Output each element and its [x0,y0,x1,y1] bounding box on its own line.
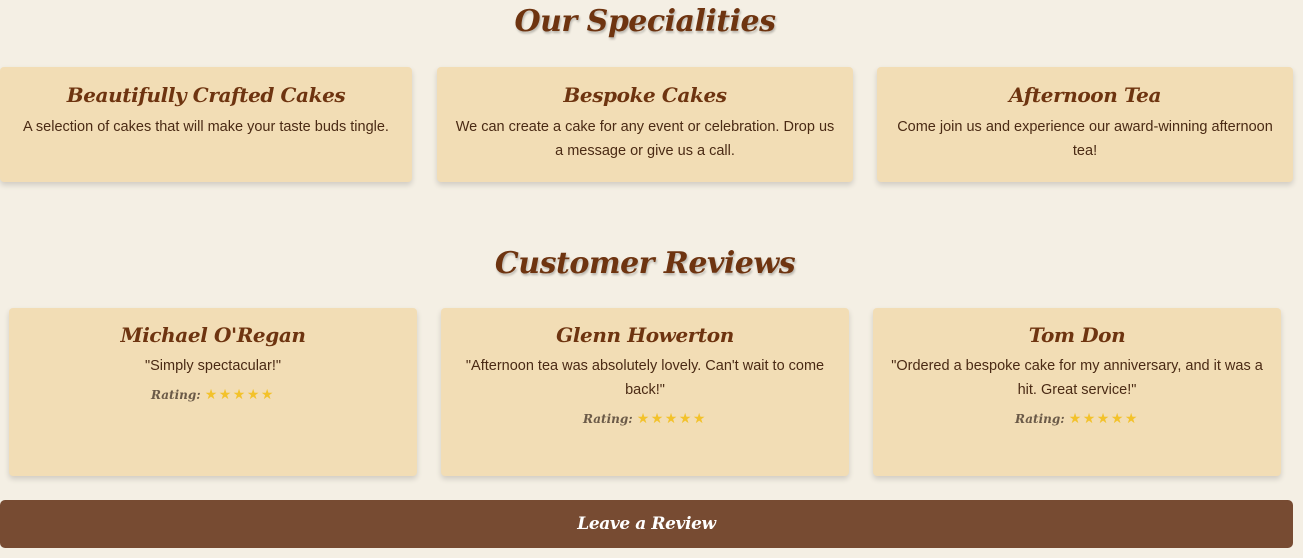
speciality-description: A selection of cakes that will make your… [23,119,389,135]
review-quote: "Simply spectacular!" [144,358,281,374]
rating-label: Rating: [151,388,201,402]
reviews-heading: Customer Reviews [494,246,796,281]
review-rating: Rating: ★★★★★ [27,387,399,403]
review-card-glenn: Glenn Howerton "Afternoon tea was absolu… [441,308,849,476]
review-quote: "Afternoon tea was absolutely lovely. Ca… [465,358,825,398]
speciality-card-bespoke-cakes: Bespoke Cakes We can create a cake for a… [437,67,853,182]
reviewer-name: Michael O'Regan [120,323,306,347]
leave-review-button[interactable]: Leave a Review [0,500,1293,548]
review-card-tom: Tom Don "Ordered a bespoke cake for my a… [873,308,1281,476]
star-rating-icon: ★★★★★ [1068,411,1139,427]
star-rating-icon: ★★★★★ [636,411,707,427]
speciality-title: Afternoon Tea [1008,83,1162,107]
speciality-title: Bespoke Cakes [563,83,727,107]
speciality-title: Beautifully Crafted Cakes [66,83,346,107]
review-card-michael: Michael O'Regan "Simply spectacular!" Ra… [9,308,417,476]
speciality-card-afternoon-tea: Afternoon Tea Come join us and experienc… [877,67,1293,182]
rating-label: Rating: [583,412,633,426]
star-rating-icon: ★★★★★ [204,387,275,403]
specialities-heading: Our Specialities [514,4,776,39]
review-quote: "Ordered a bespoke cake for my anniversa… [891,358,1263,398]
rating-label: Rating: [1015,412,1065,426]
review-rating: Rating: ★★★★★ [459,411,831,427]
reviewer-name: Glenn Howerton [556,323,734,347]
speciality-card-crafted-cakes: Beautifully Crafted Cakes A selection of… [0,67,412,182]
review-rating: Rating: ★★★★★ [891,411,1263,427]
speciality-description: We can create a cake for any event or ce… [455,119,835,159]
speciality-description: Come join us and experience our award-wi… [897,119,1273,159]
reviewer-name: Tom Don [1028,323,1126,347]
